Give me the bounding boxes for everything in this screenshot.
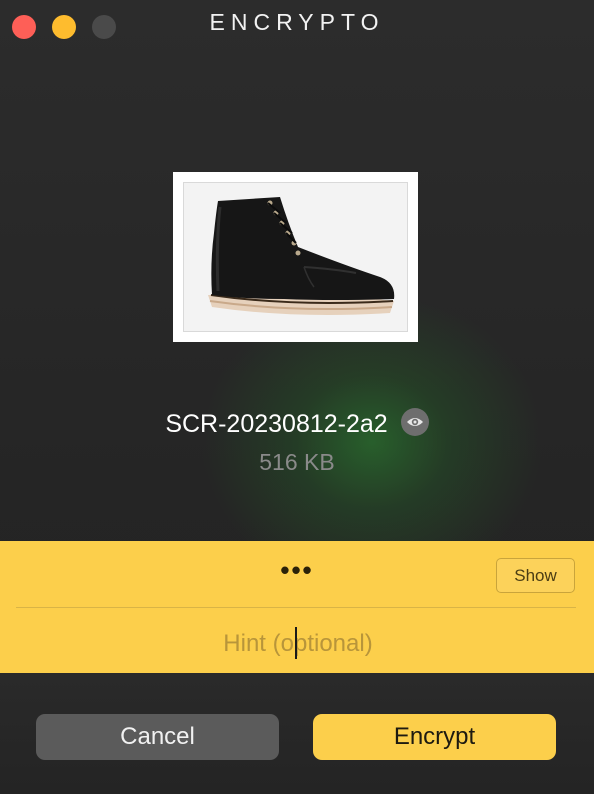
file-thumbnail[interactable] xyxy=(173,172,418,342)
thumbnail-image xyxy=(183,182,408,332)
file-name: SCR-20230812-2a2 xyxy=(165,410,388,438)
cancel-button[interactable]: Cancel xyxy=(36,714,279,760)
encrypto-window: ENCRYPTO SCR-20230812-2a2 516 KB ••• Sho… xyxy=(0,0,594,794)
hint-input[interactable] xyxy=(16,620,580,668)
file-size: 516 KB xyxy=(259,449,335,475)
text-cursor xyxy=(295,627,297,659)
encrypt-button[interactable]: Encrypt xyxy=(313,714,556,760)
eye-icon[interactable] xyxy=(400,408,429,436)
boot-image xyxy=(184,183,407,331)
show-password-button[interactable]: Show xyxy=(496,558,575,593)
app-title: ENCRYPTO xyxy=(209,9,385,35)
file-name-row: SCR-20230812-2a2 xyxy=(0,408,594,439)
panel-divider xyxy=(16,607,576,608)
